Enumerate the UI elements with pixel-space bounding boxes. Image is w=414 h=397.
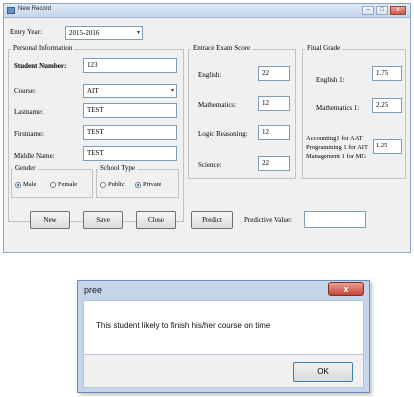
exam-mathematics-field[interactable]: 12 — [258, 96, 290, 111]
close-window-button[interactable]: x — [390, 6, 406, 15]
exam-mathematics-label: Mathematics: — [198, 101, 237, 109]
personal-info-title: Personal Information — [11, 44, 75, 52]
screen: New Record – □ x Entry Year: 2015-2016 ▾… — [0, 0, 414, 397]
dialog-body: This student likely to finish his/her co… — [83, 300, 364, 355]
exam-logic-label: Logic Reasoning: — [198, 130, 248, 138]
entry-year-select[interactable]: 2015-2016 ▾ — [65, 26, 143, 40]
grade-subject3-label-line3: Management 1 for MG — [306, 153, 367, 160]
exam-science-field[interactable]: 22 — [258, 156, 290, 171]
prediction-dialog: pree x This student likely to finish his… — [77, 280, 370, 393]
course-label: Course: — [14, 87, 36, 95]
middle-name-label: Middle Name: — [14, 152, 55, 160]
predict-button[interactable]: Predict — [191, 211, 233, 229]
dialog-message: This student likely to finish his/her co… — [96, 321, 271, 330]
gender-male-label: Male — [23, 181, 37, 188]
dialog-footer: OK — [83, 355, 364, 388]
firstname-label: Firstname: — [14, 130, 44, 138]
middle-name-field[interactable]: TEST — [83, 146, 177, 161]
grade-subject3-field[interactable]: 1.25 — [373, 139, 402, 154]
predictive-value-label: Predictive Value: — [244, 216, 292, 224]
course-value: AIT — [87, 87, 99, 95]
school-public-label: Public — [108, 181, 125, 188]
radio-selected-icon — [135, 181, 141, 188]
minimize-button[interactable]: – — [362, 6, 374, 15]
gender-male-radio[interactable]: Male — [15, 181, 36, 188]
app-icon — [7, 7, 15, 14]
student-number-field[interactable]: 123 — [83, 58, 177, 73]
grade-english1-label: English 1: — [316, 76, 345, 84]
exam-english-field[interactable]: 22 — [258, 66, 290, 81]
entrance-exam-title: Entrace Exam Score — [191, 44, 253, 52]
exam-english-label: English: — [198, 71, 222, 79]
gender-female-label: Female — [58, 181, 78, 188]
grade-mathematics1-label: Mathematics 1: — [316, 104, 360, 112]
predictive-value-field[interactable] — [304, 211, 366, 228]
dialog-close-button[interactable]: x — [328, 282, 364, 296]
student-number-label: Student Number: — [14, 62, 67, 70]
ok-button[interactable]: OK — [293, 362, 353, 382]
firstname-field[interactable]: TEST — [83, 125, 177, 140]
grade-mathematics1-field[interactable]: 2.25 — [372, 98, 402, 113]
radio-unselected-icon — [100, 181, 106, 188]
dialog-title: pree — [84, 285, 103, 295]
gender-title: Gender — [13, 164, 38, 172]
new-record-window: New Record – □ x Entry Year: 2015-2016 ▾… — [3, 3, 411, 253]
final-grade-title: Final Grade — [305, 44, 343, 52]
save-button[interactable]: Save — [83, 211, 123, 229]
window-title: New Record — [18, 6, 52, 12]
radio-selected-icon — [15, 181, 21, 188]
lastname-field[interactable]: TEST — [83, 103, 177, 118]
close-button[interactable]: Close — [136, 211, 176, 229]
course-select[interactable]: AIT ▾ — [83, 84, 177, 98]
grade-subject3-label-line1: Accounting1 for AAT — [306, 135, 363, 142]
school-private-radio[interactable]: Private — [135, 181, 161, 188]
grade-subject3-label-line2: Programming 1 for AIT — [306, 144, 368, 151]
radio-unselected-icon — [50, 181, 56, 188]
title-bar[interactable]: New Record – □ x — [4, 4, 410, 18]
exam-logic-field[interactable]: 12 — [258, 125, 290, 140]
grade-english1-field[interactable]: 1.75 — [372, 66, 402, 81]
gender-female-radio[interactable]: Female — [50, 181, 77, 188]
entry-year-label: Entry Year: — [10, 28, 42, 36]
chevron-down-icon: ▾ — [170, 88, 174, 94]
school-type-title: School Type — [98, 164, 137, 172]
new-button[interactable]: New — [30, 211, 70, 229]
school-public-radio[interactable]: Public — [100, 181, 125, 188]
exam-science-label: Science: — [198, 161, 222, 169]
school-private-label: Private — [143, 181, 162, 188]
entry-year-value: 2015-2016 — [69, 29, 100, 37]
lastname-label: Lastname: — [14, 108, 44, 116]
chevron-down-icon: ▾ — [136, 30, 140, 36]
maximize-button[interactable]: □ — [376, 6, 388, 15]
